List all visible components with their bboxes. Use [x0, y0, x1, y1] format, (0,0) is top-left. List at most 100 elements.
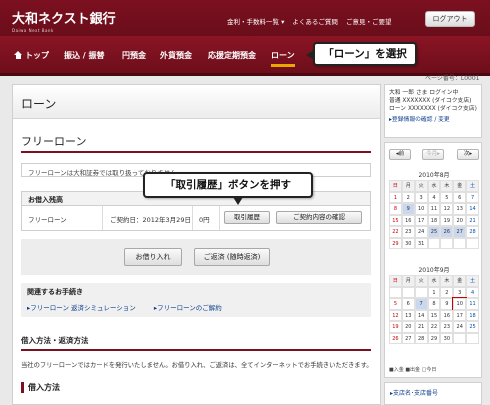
calendar-day[interactable]: 30: [401, 237, 415, 249]
calendar-day[interactable]: 23: [440, 321, 454, 333]
calendar-day[interactable]: 11: [427, 203, 441, 215]
rates-fees-link[interactable]: 金利・手数料一覧 ▾: [227, 18, 284, 26]
calendar-day[interactable]: 20: [401, 321, 415, 333]
top-header: 大和ネクスト銀行 Daiwa Next Bank 金利・手数料一覧 ▾ よくある…: [0, 0, 490, 36]
calendar-day[interactable]: 26: [389, 332, 402, 344]
repayment-simulation-link[interactable]: ▸フリーローン 返済シミュレーション: [27, 304, 144, 312]
calendar-day[interactable]: 12: [389, 309, 402, 321]
calendar-day[interactable]: 16: [440, 309, 454, 321]
calendar-day[interactable]: 8: [427, 298, 441, 310]
calendar-day[interactable]: 22: [427, 321, 441, 333]
calendar-day[interactable]: 20: [453, 214, 467, 226]
calendar-day[interactable]: 9: [440, 298, 454, 310]
loan-account: ローン XXXXXXX (ダイコク支店): [389, 106, 477, 112]
callout-tail: [306, 50, 314, 60]
calendar-day[interactable]: 18: [427, 214, 441, 226]
calendar-day[interactable]: 8: [389, 203, 402, 215]
calendar-day[interactable]: 23: [401, 226, 415, 238]
utility-links: 金利・手数料一覧 ▾ よくあるご質問 ご意見・ご要望: [227, 16, 398, 26]
calendar-day[interactable]: 14: [414, 309, 428, 321]
calendar-day[interactable]: 2: [440, 286, 454, 298]
calendar-day[interactable]: 14: [466, 203, 479, 215]
calendar-next-button[interactable]: 次▸: [457, 149, 479, 160]
calendar-day[interactable]: 3: [453, 286, 467, 298]
nav-transfer[interactable]: 振込 / 振替: [64, 50, 105, 61]
calendar-day: [389, 286, 402, 298]
calendar-day[interactable]: 21: [466, 214, 479, 226]
calendar-day[interactable]: 28: [414, 332, 428, 344]
calendar-day[interactable]: 25: [466, 321, 479, 333]
calendar-day[interactable]: 10: [414, 203, 428, 215]
calendar-day[interactable]: 19: [440, 214, 454, 226]
nav-loan[interactable]: ローン: [271, 50, 295, 67]
calendar-prev-button[interactable]: ◂前: [389, 149, 411, 160]
nav-foreign-deposit[interactable]: 外貨預金: [160, 50, 192, 61]
calendar-day[interactable]: 4: [427, 191, 441, 203]
calendar-day[interactable]: 27: [453, 226, 467, 238]
calendar-day[interactable]: 6: [401, 298, 415, 310]
calendar-day[interactable]: 27: [401, 332, 415, 344]
weekday-header: 日: [389, 180, 402, 192]
calendar-day[interactable]: 3: [414, 191, 428, 203]
calendar-day[interactable]: 28: [466, 226, 479, 238]
calendar-day[interactable]: 25: [427, 226, 441, 238]
calendar-day[interactable]: 10: [452, 297, 468, 311]
calendar-day[interactable]: 18: [466, 309, 479, 321]
calendar-day[interactable]: 15: [389, 214, 402, 226]
calendar-day[interactable]: 2: [401, 191, 415, 203]
calendar-day[interactable]: 19: [389, 321, 402, 333]
transaction-history-button[interactable]: 取引履歴: [224, 211, 270, 224]
calendar-day[interactable]: 22: [389, 226, 402, 238]
calendar-day[interactable]: 13: [401, 309, 415, 321]
branch-link[interactable]: ▸支店名･支店番号: [384, 382, 482, 405]
repay-button[interactable]: ご返済 (随時返済): [194, 248, 270, 266]
calendar-day[interactable]: 13: [453, 203, 467, 215]
calendar-day[interactable]: 21: [414, 321, 428, 333]
related-procedures: 関連するお手続き ▸フリーローン 返済シミュレーション ▸フリーローンのご解約: [21, 283, 371, 317]
calendar-day: [453, 332, 467, 344]
faq-link[interactable]: よくあるご質問: [292, 18, 338, 26]
calendar-day[interactable]: 29: [389, 237, 402, 249]
feedback-link[interactable]: ご意見・ご要望: [346, 18, 392, 26]
calendar-day[interactable]: 1: [389, 191, 402, 203]
calendar-day[interactable]: 7: [466, 191, 479, 203]
borrow-button[interactable]: お借り入れ: [124, 248, 182, 266]
contract-date: ご契約日：2012年3月29日: [110, 216, 191, 224]
nav-yen-deposit[interactable]: 円預金: [122, 50, 146, 61]
calendar-day[interactable]: 5: [440, 191, 454, 203]
calendar-day: [401, 286, 415, 298]
calendar-day[interactable]: 6: [453, 191, 467, 203]
weekday-header: 日: [389, 275, 402, 287]
calendar-day[interactable]: 5: [389, 298, 402, 310]
calendar-day[interactable]: 29: [427, 332, 441, 344]
calendar-day[interactable]: 24: [453, 321, 467, 333]
calendar-day[interactable]: 15: [427, 309, 441, 321]
calendar-day[interactable]: 16: [401, 214, 415, 226]
calendar-day[interactable]: 12: [440, 203, 454, 215]
calendar-day[interactable]: 24: [414, 226, 428, 238]
calendar-day[interactable]: 1: [427, 286, 441, 298]
bank-name-en: Daiwa Next Bank: [12, 28, 54, 33]
nav-support-deposit[interactable]: 応援定期預金: [208, 50, 256, 61]
calendar-day[interactable]: 17: [453, 309, 467, 321]
weekday-header: 月: [401, 180, 415, 192]
calendar-day[interactable]: 31: [414, 237, 428, 249]
weekday-header: 金: [453, 275, 467, 287]
contract-details-button[interactable]: ご契約内容の確認: [276, 211, 362, 224]
calendar-day[interactable]: 11: [466, 298, 479, 310]
account-settings-link[interactable]: ▸登録情報の確認 / 変更: [389, 116, 477, 124]
next-label: 次: [463, 151, 470, 157]
calendar-day[interactable]: 7: [414, 298, 428, 310]
calendar-day: [414, 286, 428, 298]
table-row: フリーローン ご契約日：2012年3月29日 0円 取引履歴 ご契約内容の確認: [22, 206, 370, 230]
calendar-day[interactable]: 30: [440, 332, 454, 344]
calendar-day[interactable]: 26: [440, 226, 454, 238]
calendar-day[interactable]: 17: [414, 214, 428, 226]
logout-button[interactable]: ログアウト: [425, 11, 475, 27]
cancel-loan-link[interactable]: ▸フリーローンのご解約: [154, 304, 230, 312]
calendar-day[interactable]: 9: [401, 203, 415, 215]
bank-logo[interactable]: 大和ネクスト銀行 Daiwa Next Bank: [12, 8, 116, 33]
calendar-day[interactable]: 4: [466, 286, 479, 298]
calendar-this-month-button[interactable]: 今月▸: [422, 149, 444, 160]
nav-top[interactable]: トップ: [14, 50, 49, 61]
